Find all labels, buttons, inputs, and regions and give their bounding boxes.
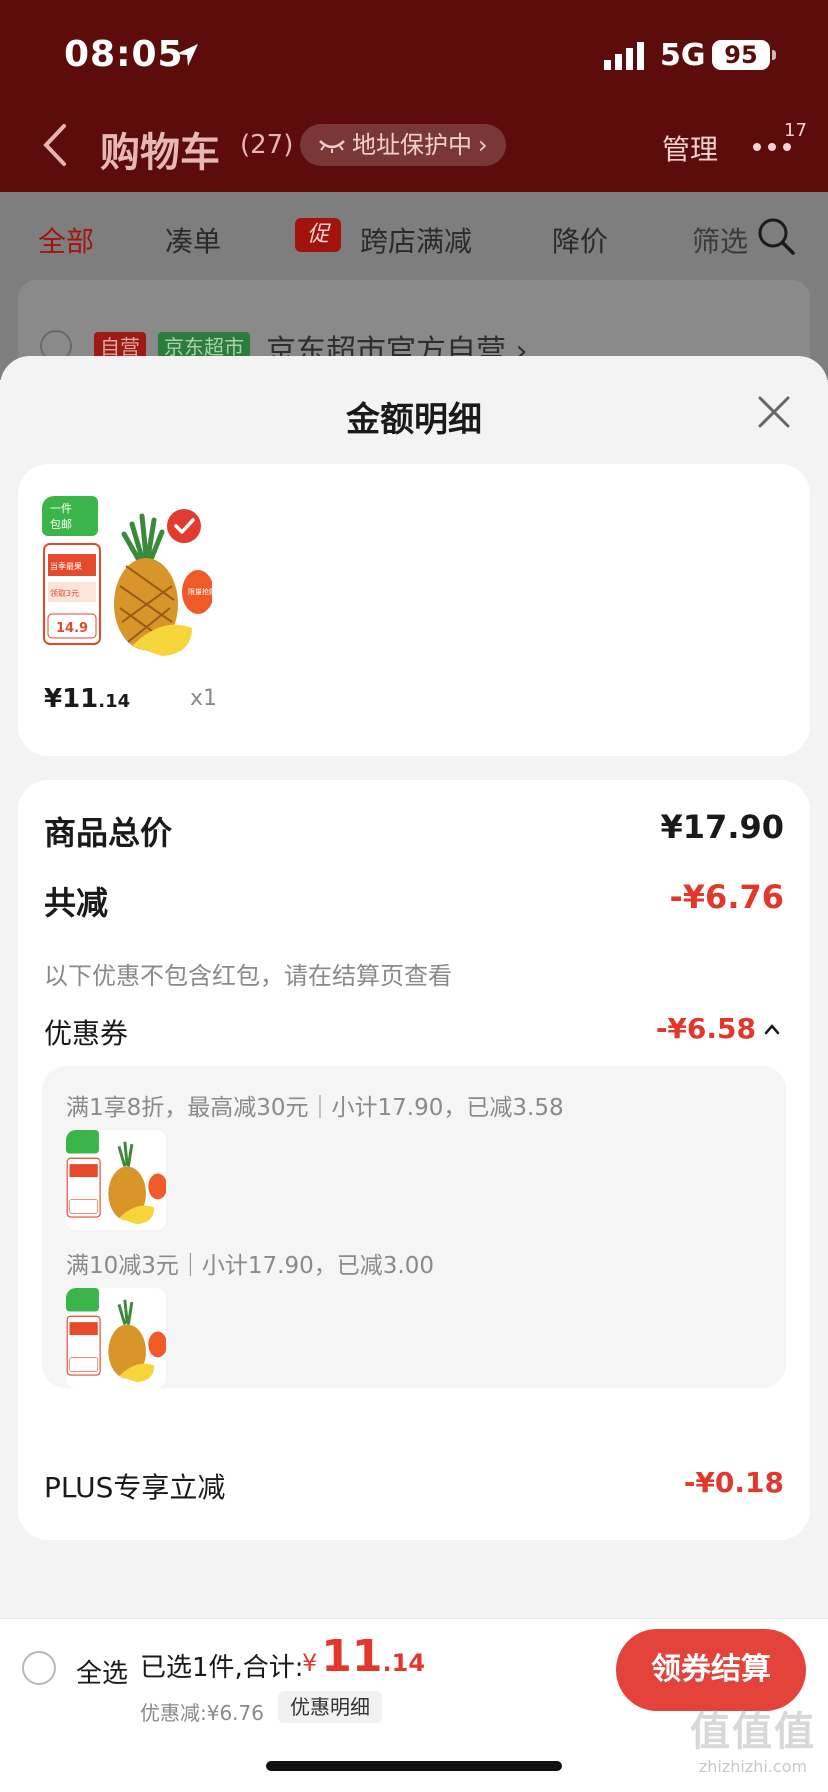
thumb-badge-line2: 包邮 [50, 518, 72, 531]
status-bar: 08:05 5G 95 [0, 0, 828, 100]
coupon-1-thumbnail [66, 1130, 166, 1230]
total-amount: ¥ 11 .14 [302, 1631, 425, 1682]
top-header: 08:05 5G 95 购物车 (27) 地址保护中 › 管理 17 [0, 0, 828, 192]
item-quantity: x1 [190, 686, 218, 711]
pineapple-image [66, 1130, 166, 1230]
tab-all[interactable]: 全部 [38, 220, 94, 260]
select-all-radio[interactable] [22, 1651, 56, 1685]
total-reduce-value: -¥6.76 [669, 878, 785, 916]
coupon-line-1: 满1享8折，最高减30元｜小计17.90，已减3.58 [66, 1095, 564, 1121]
search-icon[interactable] [756, 216, 796, 256]
coupon-line-2: 满10减3元｜小计17.90，已减3.00 [66, 1253, 434, 1279]
promo-tag: 促 [295, 218, 341, 252]
discount-summary: 优惠减:¥6.76 [140, 1701, 264, 1725]
selected-summary: 已选1件,合计: [140, 1653, 304, 1683]
signal-icon [604, 42, 644, 70]
coupon-detail-box: 满1享8折，最高减30元｜小计17.90，已减3.58 满10减3元｜小计17.… [42, 1066, 786, 1388]
amount-detail-sheet: 金额明细 一件 包邮 当季最果 领取3元 14.9 限量抢购 [0, 356, 828, 1792]
redpacket-note: 以下优惠不包含红包，请在结算页查看 [44, 962, 452, 990]
checkout-bar: 全选 已选1件,合计: ¥ 11 .14 优惠减:¥6.76 优惠明细 领券结算… [0, 1618, 828, 1792]
battery-tip [772, 50, 776, 60]
sheet-title: 金额明细 [346, 400, 482, 440]
item-price: ¥11.14 [44, 684, 130, 714]
total-yen: ¥ [302, 1649, 318, 1677]
battery-icon: 95 [712, 40, 770, 70]
selected-items-card: 一件 包邮 当季最果 领取3元 14.9 限量抢购 ¥11.14 x1 [18, 464, 810, 756]
message-badge: 17 [784, 120, 807, 141]
tab-cross-store[interactable]: 跨店满减 [360, 220, 472, 260]
selected-check-icon[interactable] [166, 508, 202, 544]
tab-cou-dan[interactable]: 凑单 [165, 220, 221, 260]
goods-total-value: ¥17.90 [660, 808, 784, 846]
back-chevron-icon[interactable] [40, 122, 68, 168]
thumb-banner-text: 当季最果 [50, 561, 82, 571]
manage-button[interactable]: 管理 [662, 128, 718, 168]
filter-tabs: 全部 凑单 促 跨店满减 降价 筛选 [0, 192, 828, 280]
pineapple-image [66, 1288, 166, 1388]
location-arrow-icon [176, 44, 198, 66]
home-indicator [266, 1761, 562, 1771]
tab-filter[interactable]: 筛选 [692, 220, 748, 260]
close-icon[interactable] [754, 392, 794, 432]
watermark-logo: 值值值 zhizhizhi.com [678, 1699, 828, 1792]
address-protection-pill[interactable]: 地址保护中 › [300, 124, 506, 166]
thumb-badge-line1: 一件 [50, 502, 72, 515]
plus-discount-value: -¥0.18 [683, 1466, 784, 1499]
address-protection-label: 地址保护中 [352, 131, 472, 159]
page-title: 购物车 [100, 130, 220, 176]
nav-bar: 购物车 (27) 地址保护中 › 管理 17 [0, 110, 828, 180]
total-dec: .14 [382, 1649, 426, 1677]
thumb-hot-text: 限量抢购 [188, 587, 212, 596]
total-reduce-label: 共减 [44, 884, 109, 922]
total-int: 11 [321, 1631, 383, 1682]
chevron-up-icon [764, 1023, 780, 1034]
cart-count: (27) [240, 130, 294, 160]
select-all-label[interactable]: 全选 [76, 1653, 128, 1690]
watermark-mark: 值值值 [690, 1709, 816, 1755]
price-breakdown-card: 商品总价 ¥17.90 共减 -¥6.76 以下优惠不包含红包，请在结算页查看 … [18, 780, 810, 1540]
discount-detail-button[interactable]: 优惠明细 [278, 1691, 382, 1723]
network-label: 5G [660, 38, 706, 73]
item-price-int: ¥11 [44, 684, 99, 714]
thumb-coupon-text: 领取3元 [50, 588, 79, 598]
coupon-2-thumbnail [66, 1288, 166, 1388]
watermark-url: zhizhizhi.com [698, 1757, 808, 1776]
coupon-label: 优惠券 [44, 1017, 129, 1050]
tab-price-drop[interactable]: 降价 [552, 220, 608, 260]
coupon-toggle[interactable]: -¥6.58 [656, 1012, 780, 1045]
more-dots-icon[interactable] [752, 142, 792, 152]
eye-closed-icon [319, 140, 345, 153]
thumb-price-text: 14.9 [56, 621, 88, 636]
goods-total-label: 商品总价 [44, 814, 173, 852]
item-price-dec: .14 [98, 691, 131, 712]
status-time: 08:05 [64, 34, 184, 75]
plus-discount-label: PLUS专享立减 [44, 1471, 226, 1504]
coupon-value: -¥6.58 [655, 1012, 756, 1045]
address-chevron-icon: › [478, 131, 488, 159]
